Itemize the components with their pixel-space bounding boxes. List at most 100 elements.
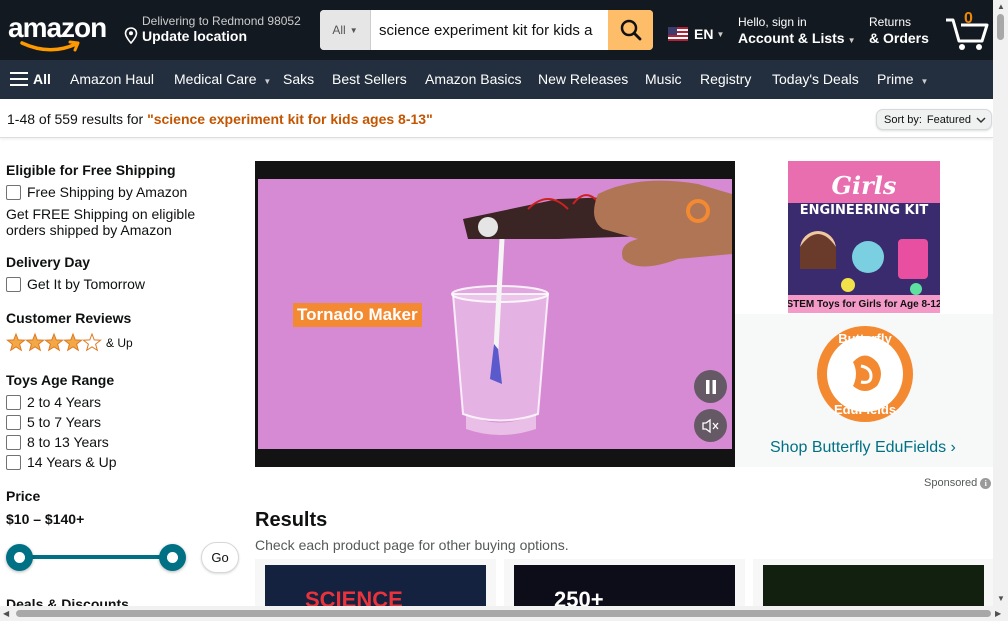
nav-link-best-sellers[interactable]: Best Sellers <box>332 71 407 87</box>
scroll-left-icon[interactable]: ◀ <box>3 609 9 618</box>
free-shipping-filter[interactable]: Free Shipping by Amazon <box>6 184 187 200</box>
nav-link-amazon-basics[interactable]: Amazon Basics <box>425 71 521 87</box>
product-image[interactable]: SCIENCE <box>265 565 486 609</box>
scroll-up-icon[interactable]: ▲ <box>997 2 1005 11</box>
video-label: Tornado Maker <box>293 303 422 327</box>
results-subheading: Check each product page for other buying… <box>255 537 569 553</box>
us-flag-icon <box>668 27 688 41</box>
checkbox[interactable] <box>6 276 21 292</box>
sponsored-brand-panel[interactable]: Girls ENGINEERING KIT STEM Toys for Girl… <box>735 161 993 467</box>
shipping-heading: Eligible for Free Shipping <box>6 162 176 178</box>
star-icon <box>63 333 83 352</box>
kit-caption: STEM Toys for Girls for Age 8-12 <box>788 295 940 313</box>
nav-link-todays-deals[interactable]: Today's Deals <box>772 71 859 87</box>
location-pin-icon <box>124 27 138 44</box>
free-shipping-note: Get FREE Shipping on eligible orders shi… <box>6 206 196 238</box>
mute-button[interactable] <box>694 409 727 442</box>
age-filter-8-13[interactable]: 8 to 13 Years <box>6 434 109 450</box>
star-icon <box>25 333 45 352</box>
nav-link-amazon-haul[interactable]: Amazon Haul <box>70 71 154 87</box>
price-go-button[interactable]: Go <box>201 542 239 573</box>
language-selector[interactable]: EN ▼ <box>668 26 724 42</box>
returns-label: Returns <box>869 15 912 29</box>
pause-button[interactable] <box>694 370 727 403</box>
nav-link-new-releases[interactable]: New Releases <box>538 71 628 87</box>
nav-link-prime[interactable]: Prime ▼ <box>877 71 928 87</box>
nav-link-registry[interactable]: Registry <box>700 71 751 87</box>
account-lists-label: Account & Lists ▼ <box>738 30 856 46</box>
checkbox[interactable] <box>6 434 21 450</box>
price-slider-max-handle[interactable] <box>159 544 186 571</box>
kit-title: Girls <box>831 171 897 200</box>
checkbox[interactable] <box>6 184 21 200</box>
chevron-down-icon: ▼ <box>349 25 358 35</box>
sponsored-label[interactable]: Sponsored i <box>924 477 992 489</box>
checkbox[interactable] <box>6 394 21 410</box>
reviews-up-label: & Up <box>106 336 133 350</box>
sort-dropdown[interactable]: Sort by: Featured <box>876 109 992 130</box>
checkbox[interactable] <box>6 414 21 430</box>
star-icon <box>82 333 102 352</box>
horizontal-scrollbar[interactable]: ◀ ▶ <box>0 606 1008 621</box>
shop-brand-link[interactable]: Shop Butterfly EduFields › <box>770 439 956 457</box>
chevron-down-icon: ▼ <box>847 36 856 45</box>
chevron-down-icon: ▼ <box>920 77 929 86</box>
nav-top-bar: amazon Delivering to Redmond 98052 Updat… <box>0 0 993 60</box>
nav-link-music[interactable]: Music <box>645 71 682 87</box>
search-category-label: All <box>332 23 346 37</box>
checkbox[interactable] <box>6 454 21 470</box>
update-location-link: Update location <box>142 28 248 44</box>
account-lists[interactable]: Hello, sign in Account & Lists ▼ <box>738 15 856 46</box>
all-menu-button[interactable]: All <box>10 71 51 87</box>
sponsored-video[interactable]: Tornado Maker <box>255 161 735 467</box>
butterfly-edufields-logo[interactable]: Butterfly EduFields <box>815 324 915 424</box>
chevron-down-icon: ▼ <box>716 29 725 39</box>
kit-subtitle: ENGINEERING KIT <box>799 203 929 218</box>
search-input[interactable] <box>371 10 608 50</box>
star-icon <box>44 333 64 352</box>
orders-label: & Orders <box>869 30 929 46</box>
sort-label: Sort by: <box>884 113 922 126</box>
product-card-2[interactable]: 250+ <box>504 559 745 609</box>
nav-link-saks[interactable]: Saks <box>283 71 314 87</box>
hamburger-icon <box>10 72 28 86</box>
product-image[interactable]: 250+ <box>514 565 735 609</box>
age-filter-2-4[interactable]: 2 to 4 Years <box>6 394 101 410</box>
horizontal-scroll-thumb[interactable] <box>16 610 991 617</box>
brand-area: Butterfly EduFields Shop Butterfly EduFi… <box>735 314 993 467</box>
brand-logo-line1: Butterfly <box>838 331 892 346</box>
price-range-value: $10 – $140+ <box>6 511 85 527</box>
results-count: 1-48 of 559 results for "science experim… <box>7 111 433 127</box>
sort-value: Featured <box>926 113 971 126</box>
price-slider-min-handle[interactable] <box>6 544 33 571</box>
chevron-down-icon <box>976 117 986 124</box>
returns-orders[interactable]: Returns & Orders <box>869 15 929 46</box>
video-frame: Tornado Maker <box>258 179 732 449</box>
scroll-down-icon[interactable]: ▼ <box>997 594 1005 603</box>
age-filter-5-7[interactable]: 5 to 7 Years <box>6 414 101 430</box>
star-rating-icon <box>6 333 102 352</box>
product-card-1[interactable]: SCIENCE <box>255 559 496 609</box>
scroll-right-icon[interactable]: ▶ <box>995 609 1001 618</box>
results-query: "science experiment kit for kids ages 8-… <box>147 111 433 127</box>
tomorrow-filter[interactable]: Get It by Tomorrow <box>6 276 145 292</box>
nav-link-medical-care[interactable]: Medical Care ▼ <box>174 71 271 87</box>
reviews-heading: Customer Reviews <box>6 310 132 326</box>
all-menu-label: All <box>33 71 51 87</box>
vertical-scroll-thumb[interactable] <box>997 14 1004 40</box>
product-image[interactable] <box>763 565 984 609</box>
age-filter-14-up[interactable]: 14 Years & Up <box>6 454 117 470</box>
muted-speaker-icon <box>701 418 718 433</box>
four-stars-up-filter[interactable]: & Up <box>6 333 133 353</box>
price-slider-track[interactable] <box>16 555 176 559</box>
kit-product-image[interactable]: Girls ENGINEERING KIT STEM Toys for Girl… <box>788 161 940 313</box>
cart-button[interactable]: 0 <box>944 8 990 52</box>
product-card-3[interactable] <box>753 559 994 609</box>
search-category-select[interactable]: All ▼ <box>320 10 371 50</box>
nav-secondary-bar: All Amazon Haul Medical Care ▼ Saks Best… <box>0 60 993 99</box>
search-button[interactable] <box>608 10 653 50</box>
amazon-logo[interactable]: amazon <box>8 12 108 52</box>
vertical-scrollbar[interactable]: ▲ ▼ <box>993 0 1008 606</box>
search-icon <box>620 19 641 41</box>
language-label: EN <box>694 26 714 42</box>
